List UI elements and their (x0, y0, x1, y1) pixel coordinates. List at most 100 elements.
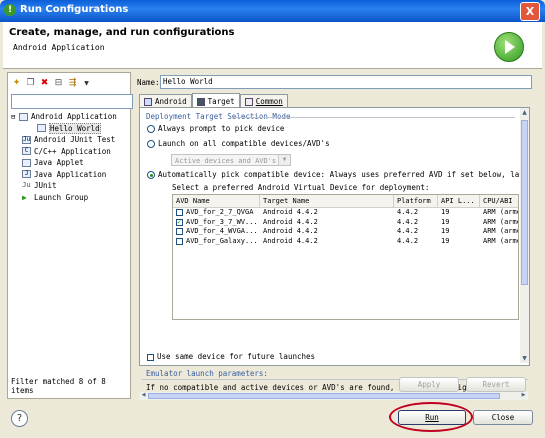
close-button[interactable]: Close (473, 410, 533, 425)
chevron-down-icon: ▼ (278, 155, 290, 165)
column-header[interactable]: Target Name (260, 195, 394, 207)
table-cell: AVD_for_3_7_WV... (186, 217, 258, 226)
junit-icon: Ju (22, 180, 31, 189)
apply-button[interactable]: Apply (399, 377, 459, 392)
tree-item-label: Android Application (31, 112, 117, 122)
target-tab-content: Deployment Target Selection Mode Always … (139, 107, 530, 366)
tree-item-label: Launch Group (34, 192, 89, 202)
filter-input[interactable] (11, 94, 133, 109)
radio-button[interactable] (147, 139, 155, 148)
avd-checkbox[interactable] (176, 209, 183, 216)
header-subtitle: Android Application (13, 43, 105, 52)
tree-item-launch-group[interactable]: ▶ Launch Group (11, 192, 117, 204)
table-cell: ARM (armea (483, 217, 518, 226)
name-input[interactable]: Hello World (160, 75, 532, 89)
java-applet-icon (22, 158, 31, 167)
close-window-button[interactable]: X (520, 2, 540, 21)
radio-button[interactable] (147, 170, 155, 179)
table-cell: 4.4.2 (397, 227, 419, 235)
tree-item-junit[interactable]: Ju JUnit (11, 180, 117, 192)
table-cell: Android 4.4.2 (263, 217, 318, 226)
dropdown-arrow-icon[interactable]: ▼ (81, 78, 92, 89)
table-row[interactable]: AVD_for_2_7_QVGA Android 4.4.2 4.4.2 19 … (173, 208, 518, 218)
table-cell: Android 4.4.2 (263, 236, 318, 245)
tree-item-java-application[interactable]: J Java Application (11, 169, 117, 181)
avd-checkbox[interactable] (176, 218, 183, 227)
device-filter-combo: Active devices and AVD's ▼ (171, 154, 291, 166)
header-title: Create, manage, and run configurations (9, 27, 235, 38)
revert-button[interactable]: Revert (466, 377, 526, 392)
table-cell: 19 (441, 236, 450, 245)
scroll-left-icon[interactable]: ◀ (139, 391, 148, 400)
tree-item-label: Java Applet (34, 158, 84, 168)
same-device-checkbox[interactable] (147, 353, 154, 361)
scroll-thumb[interactable] (521, 120, 528, 285)
highlight-circle (389, 402, 473, 432)
tab-bar: Android Target Common (139, 93, 288, 109)
config-tree-panel: ✦ ❐ ✖ ⊟ ⇶ ▼ ⊟ Android Application Hello … (7, 72, 133, 399)
column-header[interactable]: API L... (438, 195, 480, 207)
filter-icon[interactable]: ⇶ (67, 78, 78, 89)
table-cell: 19 (441, 227, 450, 235)
duplicate-icon[interactable]: ❐ (25, 78, 36, 89)
avd-checkbox[interactable] (176, 237, 183, 245)
tree-item-java-applet[interactable]: Java Applet (11, 157, 117, 169)
table-row[interactable]: AVD_for_3_7_WV... Android 4.4.2 4.4.2 19… (173, 217, 518, 227)
table-row[interactable]: AVD_for_Galaxy... Android 4.4.2 4.4.2 19… (173, 237, 518, 247)
table-cell: ARM (armea (483, 236, 518, 245)
emulator-params-title: Emulator launch parameters: (146, 369, 268, 378)
radio-launch-all[interactable]: Launch on all compatible devices/AVD's (147, 139, 330, 148)
common-tab-icon (244, 98, 253, 106)
help-icon[interactable]: ? (11, 410, 28, 427)
table-cell: Android 4.4.2 (263, 227, 318, 235)
scroll-thumb[interactable] (148, 393, 500, 399)
table-cell: AVD_for_4_WVGA... (186, 227, 258, 235)
scroll-right-icon[interactable]: ▶ (519, 391, 528, 400)
collapse-toggle-icon[interactable]: ⊟ (11, 113, 19, 121)
target-tab-icon (196, 97, 205, 106)
combo-value: Active devices and AVD's (175, 157, 277, 165)
radio-button[interactable] (147, 124, 155, 133)
android-app-icon (37, 124, 46, 133)
tree-item-android-junit-test[interactable]: Ju Android JUnit Test (11, 134, 117, 146)
window-title: Run Configurations (20, 4, 129, 15)
table-cell: 4.4.2 (397, 236, 419, 245)
name-label: Name: (137, 78, 160, 87)
collapse-all-icon[interactable]: ⊟ (53, 78, 64, 89)
column-header[interactable]: CPU/ABI (480, 195, 518, 207)
column-header[interactable]: Platform (394, 195, 438, 207)
new-config-icon[interactable]: ✦ (11, 78, 22, 89)
table-cell: Android 4.4.2 (263, 208, 318, 216)
radio-label: Launch on all compatible devices/AVD's (158, 139, 330, 148)
horizontal-scrollbar[interactable]: ◀ ▶ (139, 392, 528, 400)
avd-checkbox[interactable] (176, 228, 183, 235)
column-header[interactable]: AVD Name (173, 195, 260, 207)
table-row[interactable]: AVD_for_4_WVGA... Android 4.4.2 4.4.2 19… (173, 227, 518, 237)
tree-item-cpp-application[interactable]: C C/C++ Application (11, 146, 117, 158)
table-cell: AVD_for_2_7_QVGA (186, 208, 254, 216)
tree-item-label: JUnit (34, 181, 57, 191)
radio-label: Always prompt to pick device (158, 124, 285, 133)
tree-item-hello-world[interactable]: Hello World (11, 122, 117, 135)
c-app-icon: C (22, 147, 31, 156)
table-cell: ARM (armea (483, 208, 518, 216)
config-tree: ⊟ Android Application Hello World Ju And… (11, 111, 117, 203)
avd-table: AVD Name Target Name Platform API L... C… (172, 194, 519, 320)
vertical-scrollbar[interactable]: ▲ ▼ (520, 108, 529, 363)
radio-label: Automatically pick compatible device: Al… (158, 170, 530, 179)
filter-status: Filter matched 8 of 8 items (11, 377, 106, 395)
tree-toolbar: ✦ ❐ ✖ ⊟ ⇶ ▼ (11, 76, 92, 90)
android-app-icon (19, 112, 28, 121)
same-device-option[interactable]: Use same device for future launches (147, 352, 315, 361)
table-cell: 4.4.2 (397, 208, 419, 216)
checkbox-label: Use same device for future launches (157, 352, 316, 361)
run-icon (494, 32, 524, 62)
scroll-down-icon[interactable]: ▼ (520, 354, 529, 363)
delete-icon[interactable]: ✖ (39, 78, 50, 89)
tree-item-android-application[interactable]: ⊟ Android Application (11, 111, 117, 123)
junit-icon: Ju (22, 135, 31, 144)
radio-always-prompt[interactable]: Always prompt to pick device (147, 124, 284, 133)
scroll-up-icon[interactable]: ▲ (520, 108, 529, 117)
radio-auto-pick[interactable]: Automatically pick compatible device: Al… (147, 170, 530, 179)
android-tab-icon (144, 98, 152, 106)
